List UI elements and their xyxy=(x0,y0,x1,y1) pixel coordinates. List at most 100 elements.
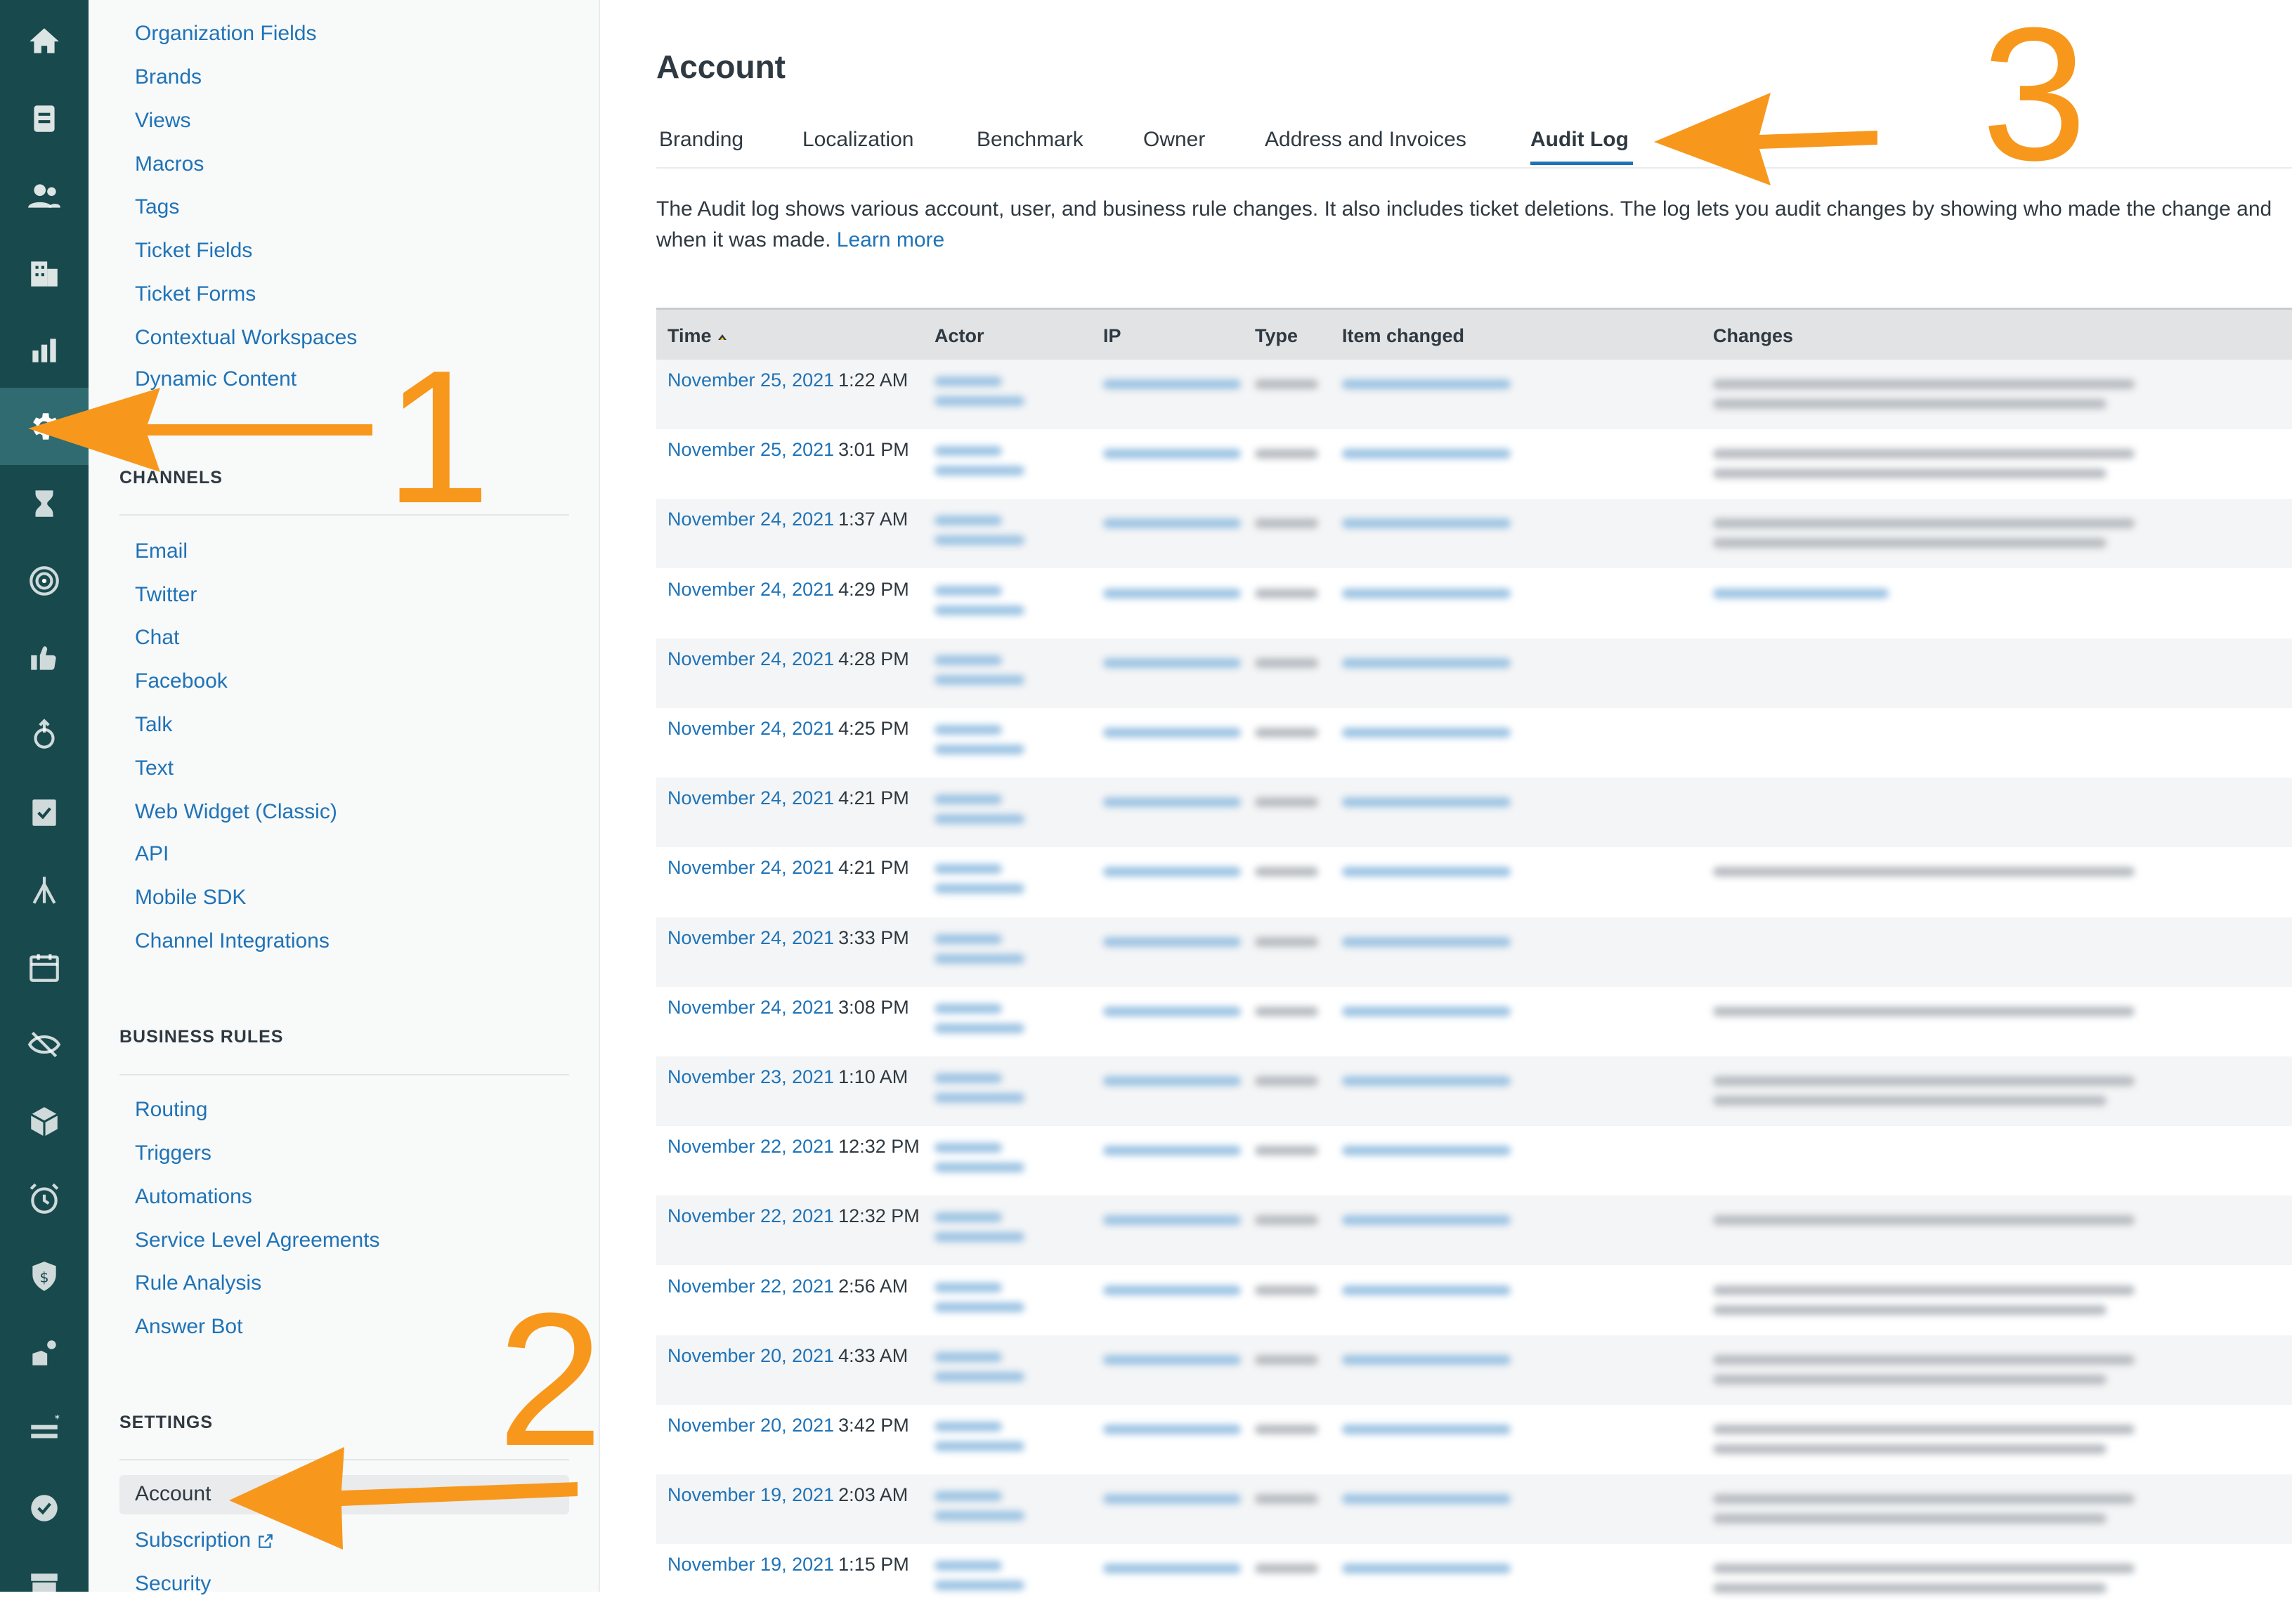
ip-redacted[interactable] xyxy=(1103,379,1241,389)
tab-address-and-invoices[interactable]: Address and Invoices xyxy=(1265,128,1466,152)
item-changed-redacted[interactable] xyxy=(1342,1076,1511,1086)
time-date-link[interactable]: November 22, 2021 xyxy=(668,1205,834,1226)
views-icon[interactable] xyxy=(0,80,89,157)
item-changed-redacted[interactable] xyxy=(1342,1006,1511,1016)
item-changed-redacted[interactable] xyxy=(1342,379,1511,389)
ip-redacted[interactable] xyxy=(1103,1494,1241,1505)
organizations-icon[interactable] xyxy=(0,235,89,312)
actor-redacted[interactable] xyxy=(935,794,1002,805)
nav-brands[interactable]: Brands xyxy=(135,65,202,90)
reporting-icon[interactable] xyxy=(0,312,89,389)
tab-localization[interactable]: Localization xyxy=(802,128,913,152)
actor-redacted[interactable] xyxy=(935,1143,1002,1153)
actor-redacted[interactable] xyxy=(935,1302,1024,1312)
actor-redacted[interactable] xyxy=(935,1073,1002,1083)
nav-automations[interactable]: Automations xyxy=(135,1184,252,1210)
nav-channel-integrations[interactable]: Channel Integrations xyxy=(135,929,330,954)
item-changed-redacted[interactable] xyxy=(1342,449,1511,459)
actor-redacted[interactable] xyxy=(935,605,1024,615)
time-date-link[interactable]: November 23, 2021 xyxy=(668,1066,834,1087)
time-date-link[interactable]: November 25, 2021 xyxy=(668,439,834,460)
nav-email[interactable]: Email xyxy=(135,539,188,564)
actor-redacted[interactable] xyxy=(935,1093,1024,1103)
ip-redacted[interactable] xyxy=(1103,1354,1241,1365)
time-date-link[interactable]: November 22, 2021 xyxy=(668,1136,834,1157)
actor-redacted[interactable] xyxy=(935,1580,1024,1591)
nav-text[interactable]: Text xyxy=(135,756,174,781)
actor-redacted[interactable] xyxy=(935,1561,1002,1571)
ip-redacted[interactable] xyxy=(1103,1215,1241,1226)
item-changed-redacted[interactable] xyxy=(1342,1146,1511,1156)
item-changed-redacted[interactable] xyxy=(1342,728,1511,738)
ip-redacted[interactable] xyxy=(1103,449,1241,459)
actor-redacted[interactable] xyxy=(935,674,1024,685)
home-icon[interactable] xyxy=(0,3,89,80)
actor-redacted[interactable] xyxy=(935,1163,1024,1173)
ip-redacted[interactable] xyxy=(1103,1564,1241,1574)
tab-benchmark[interactable]: Benchmark xyxy=(977,128,1083,152)
time-date-link[interactable]: November 19, 2021 xyxy=(668,1554,834,1575)
ip-redacted[interactable] xyxy=(1103,728,1241,738)
ip-redacted[interactable] xyxy=(1103,1285,1241,1295)
actor-redacted[interactable] xyxy=(935,446,1002,457)
eye-slash-icon[interactable] xyxy=(0,1006,89,1083)
list-star-icon[interactable]: * xyxy=(0,1392,89,1469)
actor-redacted[interactable] xyxy=(935,516,1002,526)
ip-redacted[interactable] xyxy=(1103,657,1241,668)
ip-redacted[interactable] xyxy=(1103,1425,1241,1434)
item-changed-redacted[interactable] xyxy=(1342,657,1511,668)
time-date-link[interactable]: November 24, 2021 xyxy=(668,648,834,669)
nav-mobile-sdk[interactable]: Mobile SDK xyxy=(135,885,246,910)
actor-redacted[interactable] xyxy=(935,1511,1024,1521)
ip-redacted[interactable] xyxy=(1103,518,1241,529)
ip-redacted[interactable] xyxy=(1103,867,1241,877)
item-changed-redacted[interactable] xyxy=(1342,797,1511,808)
calendar-icon[interactable] xyxy=(0,929,89,1006)
column-header-type[interactable]: Type xyxy=(1255,325,1298,347)
nav-ticket-forms[interactable]: Ticket Forms xyxy=(135,282,256,307)
ip-redacted[interactable] xyxy=(1103,588,1241,598)
actor-redacted[interactable] xyxy=(935,1351,1002,1362)
actor-redacted[interactable] xyxy=(935,396,1024,406)
tab-branding[interactable]: Branding xyxy=(659,128,743,152)
ip-redacted[interactable] xyxy=(1103,936,1241,947)
item-changed-redacted[interactable] xyxy=(1342,1425,1511,1434)
nav-rule-analysis[interactable]: Rule Analysis xyxy=(135,1271,261,1296)
item-changed-redacted[interactable] xyxy=(1342,588,1511,598)
actor-redacted[interactable] xyxy=(935,1282,1002,1292)
nav-chat[interactable]: Chat xyxy=(135,625,179,650)
hand-flowers-icon[interactable] xyxy=(0,1315,89,1392)
time-date-link[interactable]: November 24, 2021 xyxy=(668,857,834,878)
item-changed-redacted[interactable] xyxy=(1342,1354,1511,1365)
item-changed-redacted[interactable] xyxy=(1342,1285,1511,1295)
gesture-icon[interactable] xyxy=(0,697,89,774)
actor-redacted[interactable] xyxy=(935,585,1002,596)
nav-facebook[interactable]: Facebook xyxy=(135,669,228,694)
radar-icon[interactable] xyxy=(0,542,89,620)
actor-redacted[interactable] xyxy=(935,1371,1024,1382)
nav-answer-bot[interactable]: Answer Bot xyxy=(135,1314,242,1340)
nav-security[interactable]: Security xyxy=(135,1571,211,1597)
nav-service-level-agreements[interactable]: Service Level Agreements xyxy=(135,1228,380,1253)
column-header-changes[interactable]: Changes xyxy=(1713,325,1793,347)
ip-redacted[interactable] xyxy=(1103,1006,1241,1016)
nav-talk[interactable]: Talk xyxy=(135,712,172,738)
forms-icon[interactable] xyxy=(0,774,89,851)
time-date-link[interactable]: November 22, 2021 xyxy=(668,1276,834,1297)
nav-api[interactable]: API xyxy=(135,842,169,867)
time-date-link[interactable]: November 24, 2021 xyxy=(668,509,834,530)
actor-redacted[interactable] xyxy=(935,725,1002,735)
actor-redacted[interactable] xyxy=(935,953,1024,964)
nav-twitter[interactable]: Twitter xyxy=(135,582,197,608)
nav-views[interactable]: Views xyxy=(135,108,190,133)
storefront-icon[interactable] xyxy=(0,1547,89,1624)
nav-macros[interactable]: Macros xyxy=(135,152,204,177)
actor-redacted[interactable] xyxy=(935,466,1024,476)
actor-redacted[interactable] xyxy=(935,376,1002,386)
actor-redacted[interactable] xyxy=(935,934,1002,944)
actor-redacted[interactable] xyxy=(935,1491,1002,1502)
actor-redacted[interactable] xyxy=(935,1003,1002,1014)
item-changed-redacted[interactable] xyxy=(1342,867,1511,877)
column-header-actor[interactable]: Actor xyxy=(935,325,984,347)
column-header-item-changed[interactable]: Item changed xyxy=(1342,325,1464,347)
